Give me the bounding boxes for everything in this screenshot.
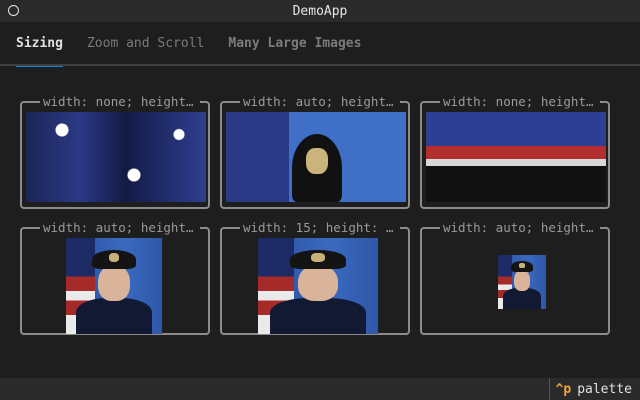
cell-label: width: auto; height: ... [40,220,200,236]
tab-divider [0,64,640,66]
portrait-image [258,238,378,334]
cell-label: width: auto; height: ... [440,220,600,236]
tab-many-large-images[interactable]: Many Large Images [204,36,361,66]
portrait-image [66,238,162,334]
window-title: DemoApp [292,3,348,19]
cell-label: width: none; height: ... [440,94,600,110]
tab-sizing[interactable]: Sizing [0,36,63,67]
image-cell: width: auto; height: ... [20,220,210,335]
image-grid: width: none; height: ... width: auto; he… [18,94,614,355]
image-cell: width: auto; height: ... [220,94,410,209]
cap-badge-image [226,112,406,202]
cell-label: width: auto; height: ... [240,94,400,110]
palette-shortcut[interactable]: ^p palette [548,378,640,400]
tab-bar: Sizing Zoom and Scroll Many Large Images [0,36,640,67]
status-bar: ^p palette [0,378,640,400]
flag-image [26,112,206,202]
image-cell: width: none; height: ... [20,94,210,209]
cell-label: width: 15; height: ... [240,220,400,236]
palette-key: ^p [555,381,572,397]
app-circle-icon[interactable] [8,5,19,16]
image-cell: width: auto; height: ... [420,220,610,335]
cell-label: width: none; height: ... [40,94,200,110]
palette-label: palette [577,381,632,397]
image-cell: width: 15; height: ... [220,220,410,335]
title-bar: DemoApp [0,0,640,22]
tab-zoom-and-scroll[interactable]: Zoom and Scroll [63,36,204,66]
portrait-small-image [498,255,546,309]
image-cell: width: none; height: ... [420,94,610,209]
flag-shoulder-image [426,112,606,202]
